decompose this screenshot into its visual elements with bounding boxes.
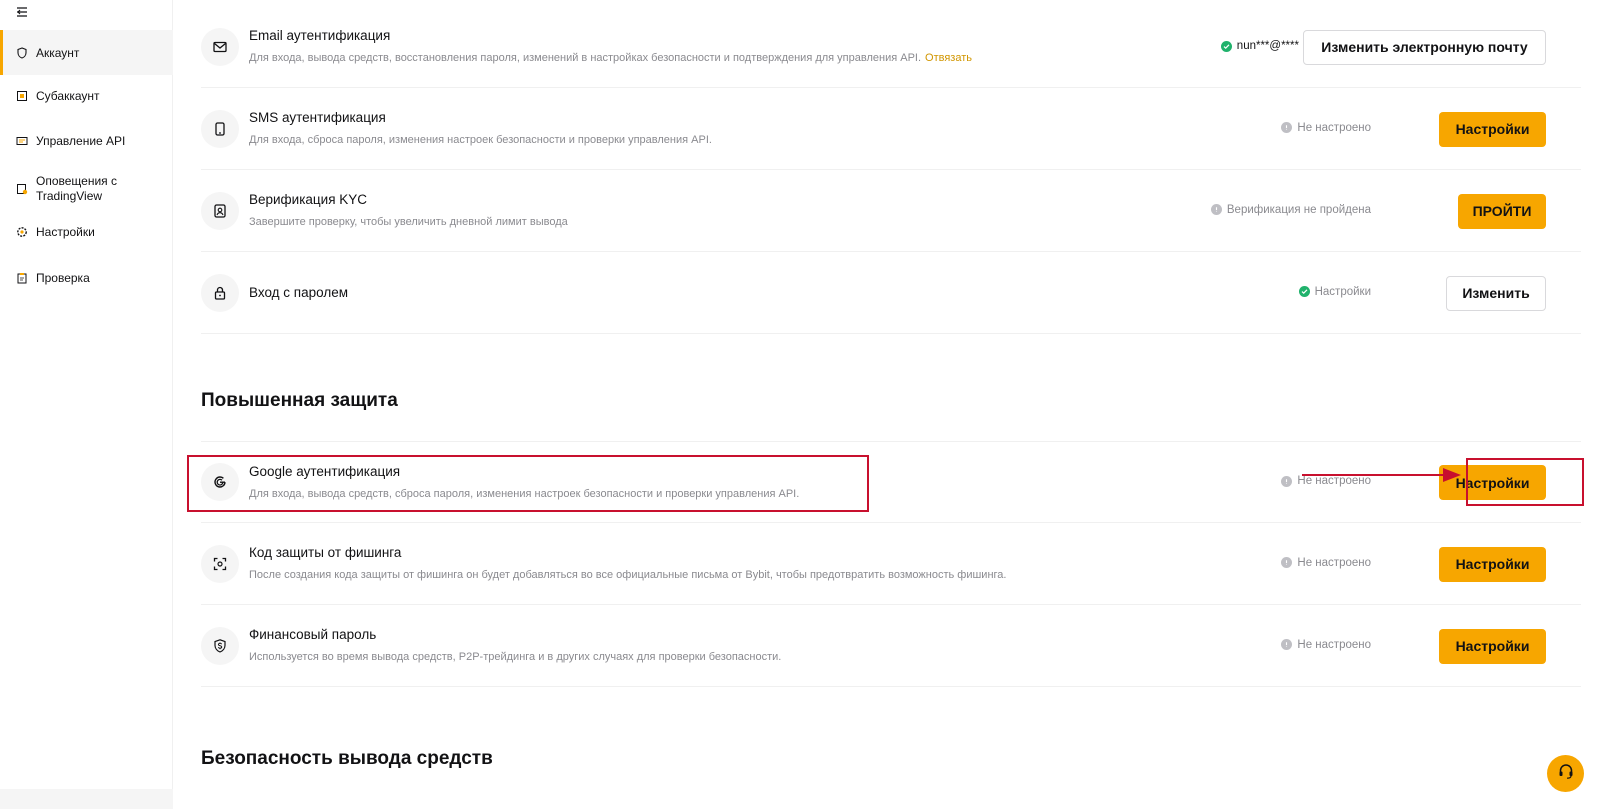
withdrawal-security-title: Безопасность вывода средств xyxy=(201,748,493,769)
sidebar-item-label: Настройки xyxy=(36,225,95,239)
sidebar-item-label: Управление API xyxy=(36,134,126,148)
scan-icon xyxy=(201,544,239,583)
clipboard-icon xyxy=(16,272,28,284)
fund-password-settings-button[interactable]: Настройки xyxy=(1439,628,1546,664)
row-title: SMS аутентификация xyxy=(249,110,386,125)
sidebar-item-label: Оповещения с xyxy=(36,174,117,188)
change-email-button[interactable]: Изменить электронную почту xyxy=(1303,29,1546,65)
alert-icon xyxy=(16,183,28,195)
anti-phishing-settings-button[interactable]: Настройки xyxy=(1439,546,1546,582)
sidebar-footer xyxy=(0,789,173,809)
sidebar-item-api[interactable]: Управление API xyxy=(0,130,173,152)
support-chat-button[interactable] xyxy=(1547,755,1584,792)
info-icon xyxy=(1281,557,1293,568)
unlink-email-link[interactable]: Отвязать xyxy=(925,52,972,64)
sidebar-item-verification[interactable]: Проверка xyxy=(0,267,173,289)
sms-auth-row: SMS аутентификация Для входа, сброса пар… xyxy=(201,88,1581,170)
check-icon xyxy=(1220,40,1232,52)
row-description: Для входа, сброса пароля, изменения наст… xyxy=(249,134,712,146)
status-text: Не настроено xyxy=(1297,638,1371,651)
headset-icon xyxy=(1557,762,1575,785)
kyc-pass-button[interactable]: ПРОЙТИ xyxy=(1458,193,1546,229)
status-text: Настройки xyxy=(1314,285,1371,298)
password-status: Настройки xyxy=(1298,285,1371,298)
sidebar-item-subaccount[interactable]: Субаккаунт xyxy=(0,85,173,107)
change-password-button[interactable]: Изменить xyxy=(1446,275,1546,311)
sidebar-item-account[interactable]: Аккаунт xyxy=(0,30,173,75)
check-icon xyxy=(1298,286,1310,297)
email-auth-row: Email аутентификация Для входа, вывода с… xyxy=(201,6,1581,88)
google-auth-highlight-box xyxy=(187,455,869,512)
row-description: После создания кода защиты от фишинга он… xyxy=(249,569,1007,581)
masked-email: nun***@**** xyxy=(1236,40,1299,52)
shield-icon xyxy=(16,46,28,59)
info-icon xyxy=(1210,204,1222,215)
sms-settings-button[interactable]: Настройки xyxy=(1439,111,1546,147)
status-text: Не настроено xyxy=(1297,121,1371,134)
anti-phishing-status: Не настроено xyxy=(1281,557,1371,569)
row-title: Финансовый пароль xyxy=(249,627,377,642)
sidebar-item-tradingview[interactable]: Оповещения с TradingView xyxy=(0,173,173,205)
gear-icon xyxy=(16,226,28,238)
row-description: Используется во время вывода средств, P2… xyxy=(249,651,782,663)
lock-icon xyxy=(201,273,239,312)
password-login-row: Вход с паролем Настройки Изменить xyxy=(201,252,1581,334)
fund-password-row: Финансовый пароль Используется во время … xyxy=(201,605,1581,687)
id-card-icon xyxy=(201,191,239,230)
kyc-row: Верификация KYC Завершите проверку, чтоб… xyxy=(201,170,1581,252)
row-title: Email аутентификация xyxy=(249,28,391,43)
sidebar-item-label: Проверка xyxy=(36,271,90,285)
sidebar-item-label: Аккаунт xyxy=(36,45,80,60)
dollar-shield-icon xyxy=(201,626,239,665)
row-description: Завершите проверку, чтобы увеличить днев… xyxy=(249,216,568,228)
sms-status: Не настроено xyxy=(1281,122,1371,134)
sidebar: Аккаунт Субаккаунт Управление API Оповещ… xyxy=(0,0,173,809)
fund-password-status: Не настроено xyxy=(1281,639,1371,651)
advanced-protection-title: Повышенная защита xyxy=(201,390,398,411)
phone-icon xyxy=(201,109,239,148)
status-text: Не настроено xyxy=(1297,556,1371,569)
arrow-right-icon xyxy=(1302,468,1462,487)
row-title: Вход с паролем xyxy=(249,285,348,300)
info-icon xyxy=(1281,122,1293,133)
menu-collapse-icon[interactable] xyxy=(16,5,28,17)
info-icon xyxy=(1281,475,1293,487)
info-icon xyxy=(1281,639,1293,650)
row-title: Код защиты от фишинга xyxy=(249,545,402,560)
kyc-status: Верификация не пройдена xyxy=(1210,203,1371,216)
email-status: nun***@**** xyxy=(1220,40,1316,53)
sidebar-item-settings[interactable]: Настройки xyxy=(0,221,173,243)
sidebar-item-label: Субаккаунт xyxy=(36,89,100,103)
status-text: Верификация не пройдена xyxy=(1226,203,1371,216)
email-icon xyxy=(201,27,239,66)
subaccount-icon xyxy=(16,90,28,102)
row-description: Для входа, вывода средств, восстановлени… xyxy=(249,52,922,64)
settings-button-highlight-box xyxy=(1466,458,1584,506)
api-icon xyxy=(16,135,28,147)
sidebar-item-label-line2: TradingView xyxy=(36,189,103,203)
anti-phishing-row: Код защиты от фишинга После создания код… xyxy=(201,523,1581,605)
row-title: Верификация KYC xyxy=(249,192,368,207)
